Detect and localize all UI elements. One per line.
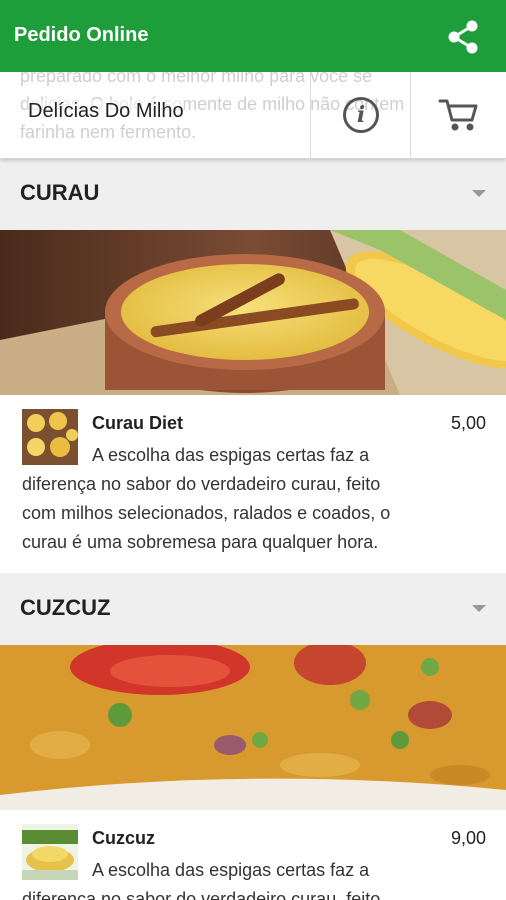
shop-header: preparado com o melhor milho para você s… <box>0 72 506 159</box>
item-description: A escolha das espigas certas faz a difer… <box>22 445 391 552</box>
chevron-down-icon <box>472 190 486 197</box>
menu-item-cuzcuz[interactable]: Cuzcuz 9,00 A escolha das espigas certas… <box>0 810 506 900</box>
app-bar: Pedido Online <box>0 0 506 72</box>
app-title: Pedido Online <box>14 24 149 46</box>
info-icon: i <box>343 97 379 133</box>
share-icon <box>448 20 478 54</box>
category-title: CUZCUZ <box>20 595 111 620</box>
category-header-cuzcuz[interactable]: CUZCUZ <box>0 573 506 645</box>
cart-button[interactable] <box>410 72 506 158</box>
menu-item-curau-diet[interactable]: Curau Diet 5,00 A escolha das espigas ce… <box>0 395 506 573</box>
item-name: Curau Diet <box>92 413 184 433</box>
category-title: CURAU <box>20 180 100 205</box>
item-price: 5,00 <box>450 413 486 433</box>
category-image-cuzcuz <box>0 645 506 810</box>
cart-icon <box>438 99 478 131</box>
share-button[interactable] <box>444 18 482 56</box>
item-price: 9,00 <box>450 828 486 848</box>
item-name: Cuzcuz <box>92 828 155 848</box>
category-image-curau <box>0 230 506 395</box>
shop-name: Delícias Do Milho <box>28 100 184 123</box>
category-header-curau[interactable]: CURAU <box>0 158 506 230</box>
item-description: A escolha das espigas certas faz a difer… <box>22 860 381 900</box>
info-button[interactable]: i <box>310 72 411 158</box>
chevron-down-icon <box>472 605 486 612</box>
